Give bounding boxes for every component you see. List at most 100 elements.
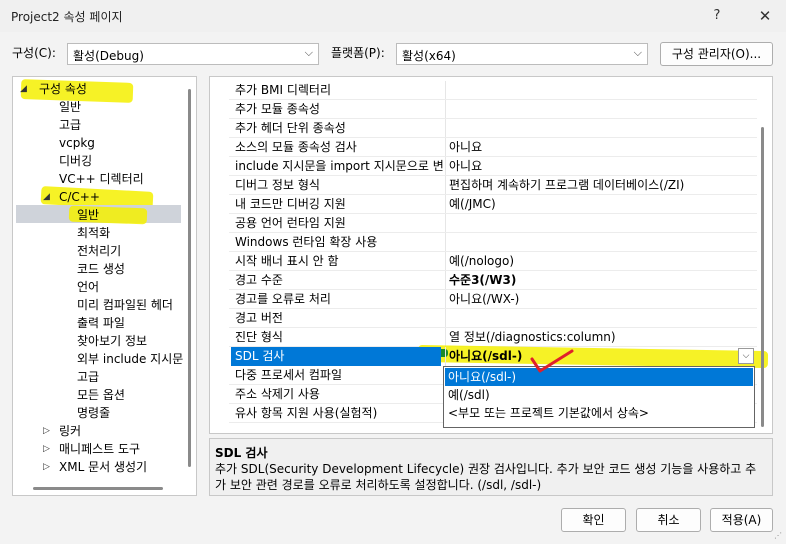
tree-item-linker[interactable]: 링커 [59,422,81,440]
tree-item-code-generation[interactable]: 코드 생성 [77,260,125,278]
tree-item-browse-information[interactable]: 찾아보기 정보 [77,332,147,350]
tree-item-cpp-advanced[interactable]: 고급 [77,368,99,386]
window-title: Project2 속성 페이지 [11,10,123,24]
property-value[interactable]: 아니요(/sdl-) [449,347,755,366]
grid-vertical-scrollbar[interactable] [761,127,764,427]
grid-row[interactable]: 소스의 모듈 종속성 검사 아니요 [210,138,757,157]
close-button[interactable]: ✕ [752,0,778,32]
description-title: SDL 검사 [215,446,268,460]
chevron-down-icon[interactable]: ⌵ [738,348,754,364]
grid-row[interactable]: Windows 런타임 확장 사용 [210,233,757,252]
platform-value: 활성(x64) [402,49,456,63]
property-name: 추가 BMI 디렉터리 [235,83,331,97]
expand-arrow-icon[interactable]: ▷ [43,422,50,440]
property-value[interactable]: 아니요(/WX-) [449,290,755,309]
property-tree[interactable]: ◢ 구성 속성 일반 고급 vcpkg 디버깅 VC++ 디렉터리 ◢ C/C+… [12,76,197,496]
property-name: 다중 프로세서 컴파일 [235,368,342,382]
tree-item-general[interactable]: 일반 [59,98,81,116]
property-name: 소스의 모듈 종속성 검사 [235,140,357,154]
resize-grip-icon[interactable]: ⋰ [774,532,782,540]
dropdown-option-inherit[interactable]: <부모 또는 프로젝트 기본값에서 상속> [445,404,753,422]
grid-row-selected[interactable]: SDL 검사 아니요(/sdl-) ⌵ [210,347,757,366]
property-name: 추가 헤더 단위 종속성 [235,121,346,135]
grid-row[interactable]: 추가 BMI 디렉터리 [210,81,757,100]
property-value[interactable] [449,81,755,100]
config-value: 활성(Debug) [73,49,144,63]
tree-item-advanced[interactable]: 고급 [59,116,81,134]
expand-arrow-icon[interactable]: ◢ [20,80,27,98]
tree-item-cpp-general[interactable]: 일반 [77,206,99,224]
tree-item-configuration-properties[interactable]: 구성 속성 [39,80,87,98]
property-name: 유사 항목 지원 사용(실험적) [235,406,378,420]
property-value[interactable] [449,100,755,119]
grid-row[interactable]: 경고 수준 수준3(/W3) [210,271,757,290]
property-value[interactable]: 예(/nologo) [449,252,755,271]
tree-item-cpp[interactable]: C/C++ [59,188,100,206]
configuration-manager-button[interactable]: 구성 관리자(O)... [660,42,773,66]
grid-row[interactable]: 공용 언어 런타임 지원 [210,214,757,233]
sdl-dropdown-list[interactable]: 아니요(/sdl-) 예(/sdl) <부모 또는 프로젝트 기본값에서 상속> [443,366,755,428]
chevron-down-icon: ⌵ [633,46,642,59]
tree-item-optimization[interactable]: 최적화 [77,224,110,242]
grid-row[interactable]: 시작 배너 표시 안 함 예(/nologo) [210,252,757,271]
property-value[interactable]: 편집하며 계속하기 프로그램 데이터베이스(/ZI) [449,176,755,195]
tree-item-xml-doc-generator[interactable]: XML 문서 생성기 [59,458,147,476]
property-name: SDL 검사 [231,347,441,366]
grid-row[interactable]: 추가 모듈 종속성 [210,100,757,119]
chevron-down-icon: ⌵ [304,46,313,59]
dropdown-option-no[interactable]: 아니요(/sdl-) [445,368,753,386]
apply-button[interactable]: 적용(A) [710,508,773,532]
tree-item-precompiled-headers[interactable]: 미리 컴파일된 헤더 [77,296,173,314]
checkmark-icon [530,349,574,373]
property-name: 추가 모듈 종속성 [235,102,320,116]
dropdown-option-yes[interactable]: 예(/sdl) [445,386,753,404]
grid-row[interactable]: 진단 형식 열 정보(/diagnostics:column) [210,328,757,347]
tree-item-language[interactable]: 언어 [77,278,99,296]
property-name: 경고를 오류로 처리 [235,292,331,306]
grid-row[interactable]: 디버그 정보 형식 편집하며 계속하기 프로그램 데이터베이스(/ZI) [210,176,757,195]
property-value[interactable] [449,119,755,138]
config-combo[interactable]: 활성(Debug) ⌵ [67,43,319,65]
tree-item-debugging[interactable]: 디버깅 [59,152,92,170]
property-name: 시작 배너 표시 안 함 [235,254,339,268]
tree-item-manifest-tool[interactable]: 매니페스트 도구 [59,440,140,458]
tree-item-all-options[interactable]: 모든 옵션 [77,386,125,404]
property-name: 경고 수준 [235,273,283,287]
grid-row[interactable]: 추가 헤더 단위 종속성 [210,119,757,138]
ok-button[interactable]: 확인 [561,508,626,532]
property-value[interactable]: 아니요 [449,157,755,176]
expand-arrow-icon[interactable]: ▷ [43,458,50,476]
tree-item-vc-directories[interactable]: VC++ 디렉터리 [59,170,144,188]
property-name: 진단 형식 [235,330,283,344]
property-value[interactable]: 아니요 [449,138,755,157]
cancel-button[interactable]: 취소 [636,508,701,532]
grid-row[interactable]: 경고를 오류로 처리 아니요(/WX-) [210,290,757,309]
grid-row[interactable]: 경고 버전 [210,309,757,328]
expand-arrow-icon[interactable]: ▷ [43,440,50,458]
description-text: 추가 SDL(Security Development Lifecycle) 권… [215,462,757,492]
tree-item-output-files[interactable]: 출력 파일 [77,314,125,332]
platform-label: 플랫폼(P): [331,46,385,60]
property-name: Windows 런타임 확장 사용 [235,235,378,249]
property-value[interactable]: 열 정보(/diagnostics:column) [449,328,755,347]
description-panel: SDL 검사 추가 SDL(Security Development Lifec… [209,438,773,496]
grid-row[interactable]: 내 코드만 디버깅 지원 예(/JMC) [210,195,757,214]
tree-item-preprocessor[interactable]: 전처리기 [77,242,121,260]
property-name: 공용 언어 런타임 지원 [235,216,346,230]
property-value[interactable]: 수준3(/W3) [449,271,755,290]
property-value[interactable] [449,214,755,233]
tree-item-command-line[interactable]: 명령줄 [77,404,110,422]
tree-horizontal-scrollbar[interactable] [33,487,163,490]
tree-vertical-scrollbar[interactable] [188,89,191,467]
platform-combo[interactable]: 활성(x64) ⌵ [396,43,648,65]
property-value[interactable] [449,309,755,328]
grid-row[interactable]: include 지시문을 import 지시문으로 변 아니요 [210,157,757,176]
property-value[interactable] [449,233,755,252]
expand-arrow-icon[interactable]: ◢ [43,188,50,206]
property-value[interactable]: 예(/JMC) [449,195,755,214]
property-name: 디버그 정보 형식 [235,178,320,192]
help-button[interactable]: ? [705,0,729,32]
tree-item-vcpkg[interactable]: vcpkg [59,134,95,152]
tree-item-external-includes[interactable]: 외부 include 지시문 [77,350,183,368]
config-label: 구성(C): [12,46,56,60]
